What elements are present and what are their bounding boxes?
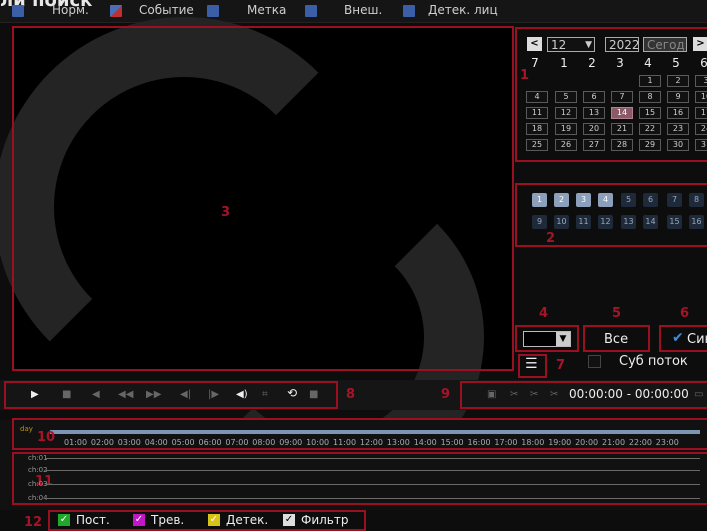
stop-icon[interactable]: ■ bbox=[62, 389, 71, 400]
sync-button[interactable]: Син bbox=[687, 332, 707, 347]
clip-end-time: 00:00:00 bbox=[634, 387, 689, 401]
day-label: day bbox=[20, 425, 33, 433]
hour-tick-label: 09:00 bbox=[279, 438, 303, 447]
hour-tick-label: 12:00 bbox=[359, 438, 383, 447]
tab-normal[interactable]: Норм. bbox=[52, 3, 89, 17]
channel-track-label: ch:02 bbox=[28, 466, 48, 474]
volume-icon[interactable]: ◀) bbox=[236, 389, 248, 400]
time-separator: - bbox=[626, 387, 632, 401]
hour-tick-label: 10:00 bbox=[306, 438, 330, 447]
scissors-icon[interactable]: ✂ bbox=[550, 389, 558, 400]
channel-selector-frame bbox=[515, 183, 707, 247]
reverse-play-icon[interactable]: ◀ bbox=[92, 389, 100, 400]
annotation-5: 5 bbox=[612, 306, 622, 321]
hour-tick-label: 04:00 bbox=[144, 438, 168, 447]
fast-icon[interactable]: ▶▶ bbox=[146, 389, 161, 400]
channel-track[interactable] bbox=[46, 484, 700, 485]
hour-tick-label: 16:00 bbox=[467, 438, 491, 447]
backup-icon[interactable]: ▣ bbox=[487, 389, 496, 400]
film-icon bbox=[12, 5, 24, 17]
video-window-frame bbox=[12, 26, 514, 371]
hour-tick-label: 05:00 bbox=[171, 438, 195, 447]
legend-label: Трев. bbox=[151, 513, 185, 527]
legend-label: Пост. bbox=[76, 513, 110, 527]
chevron-down-icon: ▼ bbox=[556, 332, 570, 346]
annotation-4: 4 bbox=[539, 306, 549, 321]
legend-checkbox[interactable]: ✓ bbox=[58, 514, 70, 526]
hour-tick-label: 19:00 bbox=[548, 438, 572, 447]
channel-track-label: ch:01 bbox=[28, 454, 48, 462]
clip-time: 00:00:00 - 00:00:00 bbox=[569, 387, 689, 401]
square-icon[interactable]: ■ bbox=[309, 389, 318, 400]
tab-event[interactable]: Событие bbox=[139, 3, 194, 17]
hour-tick-label: 03:00 bbox=[117, 438, 141, 447]
annotation-10: 10 bbox=[37, 430, 56, 445]
legend-label: Детек. bbox=[226, 513, 269, 527]
hour-tick-label: 14:00 bbox=[413, 438, 437, 447]
channel-track[interactable] bbox=[46, 470, 700, 471]
tab-mark[interactable]: Метка bbox=[247, 3, 286, 17]
film-icon bbox=[207, 5, 219, 17]
channel-track[interactable] bbox=[46, 498, 700, 499]
hour-tick-label: 11:00 bbox=[333, 438, 357, 447]
clip-start-time: 00:00:00 bbox=[569, 387, 623, 401]
legend-checkbox[interactable]: ✓ bbox=[283, 514, 295, 526]
channel-track[interactable] bbox=[46, 458, 700, 459]
cut-end-icon[interactable]: ✂ bbox=[530, 389, 538, 400]
play-icon[interactable]: ▶ bbox=[31, 389, 39, 400]
prev-frame-icon[interactable]: ◀| bbox=[180, 389, 191, 400]
legend-label: Фильтр bbox=[301, 513, 349, 527]
hour-tick-label: 22:00 bbox=[628, 438, 652, 447]
channel-track-label: ch:04 bbox=[28, 494, 48, 502]
hour-tick-label: 15:00 bbox=[440, 438, 464, 447]
legend-checkbox[interactable]: ✓ bbox=[133, 514, 145, 526]
channel-track-label: ch:03 bbox=[28, 480, 48, 488]
time-range-bar[interactable] bbox=[50, 430, 700, 434]
annotation-1: 1 bbox=[520, 68, 530, 83]
list-icon[interactable]: ☰ bbox=[525, 356, 538, 372]
hour-tick-label: 23:00 bbox=[655, 438, 679, 447]
folder-icon[interactable]: ▭ bbox=[694, 389, 703, 400]
calendar-frame bbox=[515, 27, 707, 162]
cut-start-icon[interactable]: ✂ bbox=[510, 389, 518, 400]
next-frame-icon[interactable]: |▶ bbox=[208, 389, 219, 400]
hour-tick-label: 18:00 bbox=[521, 438, 545, 447]
hour-tick-label: 07:00 bbox=[225, 438, 249, 447]
tab-face-detect[interactable]: Детек. лиц bbox=[428, 3, 498, 17]
film-icon bbox=[403, 5, 415, 17]
checkmark-icon: ✔ bbox=[672, 330, 684, 346]
menu-bar: ли поиск Норм. Событие Метка Внеш. Детек… bbox=[0, 0, 707, 23]
legend-checkbox[interactable]: ✓ bbox=[208, 514, 220, 526]
annotation-12: 12 bbox=[24, 515, 43, 530]
annotation-3: 3 bbox=[221, 205, 231, 220]
hour-tick-label: 08:00 bbox=[252, 438, 276, 447]
annotation-2: 2 bbox=[546, 231, 556, 246]
hour-tick-label: 17:00 bbox=[494, 438, 518, 447]
all-button[interactable]: Все bbox=[604, 332, 628, 347]
fullscreen-icon[interactable]: ⌗ bbox=[262, 389, 268, 400]
split-select[interactable]: ▼ bbox=[523, 331, 571, 347]
tab-external[interactable]: Внеш. bbox=[344, 3, 382, 17]
annotation-9: 9 bbox=[441, 387, 451, 402]
annotation-7: 7 bbox=[556, 358, 566, 373]
substream-label: Суб поток bbox=[619, 354, 688, 369]
film-icon bbox=[305, 5, 317, 17]
repeat-icon[interactable]: ⟲ bbox=[287, 386, 297, 400]
hour-tick-label: 20:00 bbox=[575, 438, 599, 447]
slow-icon[interactable]: ◀◀ bbox=[118, 389, 133, 400]
hour-tick-label: 02:00 bbox=[90, 438, 114, 447]
hour-tick-label: 01:00 bbox=[64, 438, 88, 447]
hour-tick-label: 06:00 bbox=[198, 438, 222, 447]
event-film-icon bbox=[110, 5, 122, 17]
annotation-8: 8 bbox=[346, 387, 356, 402]
substream-checkbox[interactable] bbox=[588, 355, 601, 368]
hour-tick-label: 13:00 bbox=[386, 438, 410, 447]
annotation-6: 6 bbox=[680, 306, 690, 321]
hour-tick-label: 21:00 bbox=[602, 438, 626, 447]
